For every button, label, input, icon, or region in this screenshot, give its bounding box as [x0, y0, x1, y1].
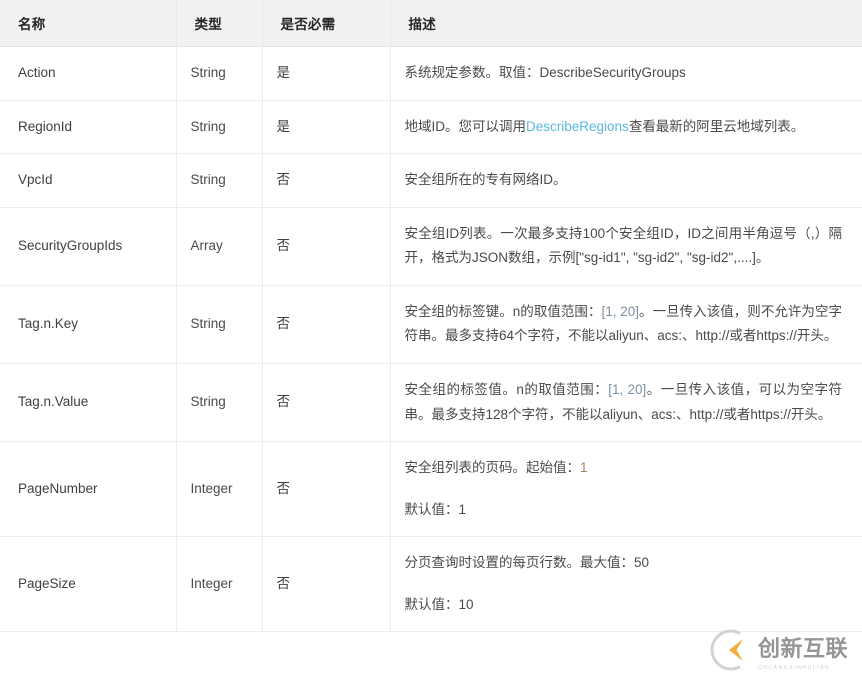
parameter-name: PageNumber [0, 441, 177, 538]
parameter-name: VpcId [0, 153, 177, 208]
table-header-row: 名称 类型 是否必需 描述 [0, 0, 862, 47]
description-line: 系统规定参数。取值：DescribeSecurityGroups [404, 65, 686, 80]
column-header-type: 类型 [176, 0, 263, 47]
api-parameter-table-page: 名称 类型 是否必需 描述 Action String 是 系统规定参数。取值：… [0, 0, 862, 687]
description-line: 安全组的标签键。n的取值范围：[1, 20]。一旦传入该值，则不允许为空字符串。… [405, 300, 843, 349]
description-value: 1 [580, 460, 588, 476]
table-row: RegionId String 是 地域ID。您可以调用DescribeRegi… [0, 100, 862, 155]
parameter-description: 安全组的标签值。n的取值范围：[1, 20]。一旦传入该值，可以为空字符串。最多… [390, 363, 862, 443]
description-text-before: 安全组的标签键。n的取值范围： [404, 303, 602, 319]
parameter-type: String [176, 46, 263, 101]
c-chevron-logo-icon [710, 629, 753, 671]
description-line: 默认值：10 [405, 593, 843, 618]
parameter-description: 安全组列表的页码。起始值：1 默认值：1 [390, 441, 862, 538]
parameter-required: 否 [262, 363, 391, 443]
watermark-text: 创新互联 [758, 637, 849, 662]
description-line: 安全组ID列表。一次最多支持100个安全组ID，ID之间用半角逗号（,）隔开，格… [404, 225, 843, 266]
parameter-description: 安全组所在的专有网络ID。 [390, 153, 862, 208]
description-line: 分页查询时设置的每页行数。最大值：50 [405, 551, 843, 576]
description-line: 默认值：1 [405, 498, 843, 523]
parameter-required: 是 [262, 46, 391, 101]
column-header-description: 描述 [390, 0, 862, 47]
description-text-before: 默认值： [404, 501, 459, 517]
parameter-required: 否 [262, 153, 391, 208]
description-value: 50 [634, 555, 650, 571]
parameter-description: 系统规定参数。取值：DescribeSecurityGroups [390, 46, 862, 101]
table-row: VpcId String 否 安全组所在的专有网络ID。 [0, 153, 862, 208]
parameter-required: 否 [262, 536, 391, 633]
parameter-required: 否 [262, 441, 391, 538]
parameter-description: 地域ID。您可以调用DescribeRegions查看最新的阿里云地域列表。 [390, 100, 862, 155]
parameter-name: RegionId [0, 100, 177, 155]
parameter-description: 安全组ID列表。一次最多支持100个安全组ID，ID之间用半角逗号（,）隔开，格… [390, 207, 862, 286]
value-range: [1, 20] [608, 381, 647, 397]
api-parameter-table: 名称 类型 是否必需 描述 Action String 是 系统规定参数。取值：… [0, 0, 862, 633]
parameter-type: Integer [176, 441, 263, 538]
table-row: Tag.n.Value String 否 安全组的标签值。n的取值范围：[1, … [0, 363, 862, 443]
parameter-name: Action [0, 46, 177, 101]
parameter-required: 是 [262, 100, 391, 155]
parameter-name: SecurityGroupIds [0, 207, 177, 286]
description-text-before: 安全组的标签值。n的取值范围： [404, 381, 609, 397]
description-value: 1 [458, 501, 467, 517]
parameter-type: Integer [176, 536, 263, 633]
parameter-name: Tag.n.Value [0, 363, 177, 443]
description-line: 安全组所在的专有网络ID。 [404, 172, 567, 188]
parameter-type: Array [176, 207, 263, 286]
description-text-after: 查看最新的阿里云地域列表。 [628, 118, 805, 134]
table-row: PageNumber Integer 否 安全组列表的页码。起始值：1 默认值：… [0, 441, 862, 538]
parameter-required: 否 [262, 285, 391, 364]
parameter-name: PageSize [0, 536, 177, 633]
parameter-name: Tag.n.Key [0, 285, 177, 364]
site-watermark: 创新互联 CHUANGXINHULIAN [710, 627, 849, 673]
parameter-description: 安全组的标签键。n的取值范围：[1, 20]。一旦传入该值，则不允许为空字符串。… [390, 285, 862, 364]
description-text-before: 地域ID。您可以调用 [404, 118, 527, 134]
description-line: 安全组列表的页码。起始值：1 [405, 456, 843, 481]
value-range: [1, 20] [601, 303, 640, 319]
table-row: Action String 是 系统规定参数。取值：DescribeSecuri… [0, 46, 862, 101]
table-body: Action String 是 系统规定参数。取值：DescribeSecuri… [0, 46, 862, 633]
parameter-type: String [176, 363, 263, 443]
table-header: 名称 类型 是否必需 描述 [0, 0, 862, 47]
description-value: 10 [458, 596, 474, 612]
describe-regions-link[interactable]: DescribeRegions [526, 119, 629, 134]
table-row: Tag.n.Key String 否 安全组的标签键。n的取值范围：[1, 20… [0, 285, 862, 364]
parameter-type: String [176, 100, 263, 155]
description-line: 地域ID。您可以调用DescribeRegions查看最新的阿里云地域列表。 [405, 115, 843, 140]
description-text-before: 分页查询时设置的每页行数。最大值： [404, 555, 635, 571]
description-text-before: 默认值： [404, 596, 459, 612]
description-line: 安全组的标签值。n的取值范围：[1, 20]。一旦传入该值，可以为空字符串。最多… [405, 378, 843, 427]
parameter-description: 分页查询时设置的每页行数。最大值：50 默认值：10 [390, 536, 862, 633]
parameter-required: 否 [262, 207, 391, 286]
column-header-name: 名称 [0, 0, 177, 47]
table-row: SecurityGroupIds Array 否 安全组ID列表。一次最多支持1… [0, 207, 862, 286]
parameter-type: String [176, 153, 263, 208]
watermark-subtext: CHUANGXINHULIAN [758, 665, 831, 671]
column-header-required: 是否必需 [262, 0, 391, 47]
parameter-type: String [176, 285, 263, 364]
table-row: PageSize Integer 否 分页查询时设置的每页行数。最大值：50 默… [0, 536, 862, 633]
description-text-before: 安全组列表的页码。起始值： [404, 460, 581, 476]
